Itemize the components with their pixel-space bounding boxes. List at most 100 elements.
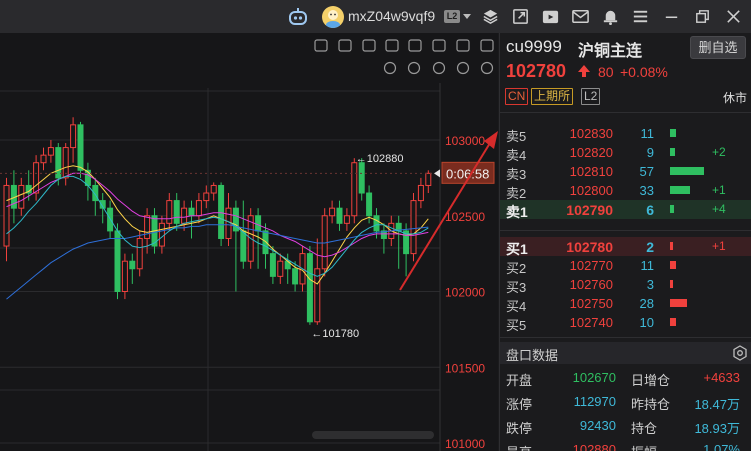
candle-body <box>40 154 47 164</box>
candle-body <box>262 230 269 255</box>
kline-chart[interactable]: 103000 102500 102000 101500 101000 ←102880 ←10… <box>0 33 498 451</box>
buy-volume-bar <box>670 299 687 307</box>
settings-icon[interactable] <box>480 61 494 75</box>
scrollbar[interactable] <box>312 431 434 439</box>
divider <box>500 112 751 113</box>
buy-row[interactable]: 买3 102760 3 <box>500 275 751 295</box>
candle-body <box>195 200 202 217</box>
sell-row[interactable]: 卖1 102790 6 +4 <box>500 200 751 220</box>
minimize-icon[interactable] <box>662 7 681 26</box>
candlestick-chart[interactable]: 103000 102500 102000 101500 101000 ←102880 ←10… <box>0 33 498 451</box>
screen-icon[interactable] <box>432 39 446 52</box>
menu-icon[interactable] <box>631 7 650 26</box>
sell-price: 102820 <box>569 145 613 160</box>
candle-body <box>343 215 350 224</box>
price-change-percent: +0.08% <box>620 64 668 80</box>
stat-label: 最高 <box>506 442 532 451</box>
sell-row[interactable]: 卖2 102800 33 +1 <box>500 181 751 201</box>
undo-icon[interactable] <box>383 61 397 75</box>
sell-row[interactable]: 卖5 102830 11 <box>500 124 751 144</box>
mail-icon[interactable] <box>571 7 590 26</box>
ma-line-3 <box>6 224 429 300</box>
candle-body <box>3 184 10 247</box>
alert-icon[interactable] <box>338 39 352 52</box>
buy-volume: 28 <box>639 296 654 311</box>
stat-label: 开盘 <box>506 373 533 388</box>
ma-line-2 <box>6 172 429 258</box>
stat-label: 日增仓 <box>631 373 671 388</box>
candle-body <box>144 215 151 239</box>
buy-price: 102750 <box>569 296 613 311</box>
candle-body <box>114 230 121 292</box>
buy-row[interactable]: 买2 102770 11 <box>500 256 751 276</box>
market-data-title: 盘口数据 <box>506 348 559 363</box>
sell-level-label: 卖1 <box>506 204 528 220</box>
market-data-header: 盘口数据 <box>500 342 751 364</box>
candle-body <box>425 172 432 186</box>
username[interactable]: mxZ04w9vqf9 <box>348 8 435 24</box>
buy-volume-bar <box>670 261 676 269</box>
sell-row[interactable]: 卖3 102810 57 <box>500 162 751 182</box>
stat-value: 1.07% <box>703 442 740 451</box>
symbol-code: cu9999 <box>506 37 562 56</box>
divider <box>500 230 751 231</box>
window-icon[interactable] <box>456 61 470 75</box>
restore-icon[interactable] <box>693 7 712 26</box>
bot-icon[interactable] <box>287 6 309 28</box>
candle-body <box>358 162 365 194</box>
last-price: 102780 <box>506 61 567 81</box>
sell-row[interactable]: 卖4 102820 9 +2 <box>500 143 751 163</box>
stat-label: 跌停 <box>506 421 533 436</box>
sell-volume: 57 <box>639 164 654 179</box>
gear-icon[interactable] <box>732 345 748 361</box>
sell-volume: 9 <box>646 145 654 160</box>
fullscreen-icon[interactable] <box>456 39 470 52</box>
camera-icon[interactable] <box>385 39 399 52</box>
sell-price: 102810 <box>569 164 613 179</box>
avatar-icon[interactable] <box>322 6 344 28</box>
grid-icon[interactable] <box>408 39 422 52</box>
video-icon[interactable] <box>541 7 560 26</box>
candle-body <box>121 260 128 292</box>
country-tag: CN <box>505 88 529 105</box>
exchange-tag: 上期所 <box>531 88 574 105</box>
buy-price: 102760 <box>569 277 613 292</box>
external-link-icon[interactable] <box>511 7 530 26</box>
layers-icon[interactable] <box>481 7 500 26</box>
buy-row[interactable]: 买1 102780 2 +1 <box>500 237 751 257</box>
bell-icon[interactable] <box>601 7 620 26</box>
candle-body <box>210 184 217 194</box>
candle-body <box>277 260 284 277</box>
buy-volume-bar <box>670 242 673 250</box>
cloud-icon[interactable] <box>362 39 376 52</box>
sell-delta: +4 <box>712 202 726 216</box>
candle-body <box>269 253 276 277</box>
candle-body <box>306 253 313 323</box>
candle-body <box>240 230 247 262</box>
candle-body <box>188 207 195 217</box>
buy-price: 102740 <box>569 315 613 330</box>
zoom-in-icon[interactable] <box>407 61 421 75</box>
buy-row[interactable]: 买4 102750 28 <box>500 294 751 314</box>
buy-volume: 2 <box>646 239 654 255</box>
close-icon[interactable] <box>724 7 743 26</box>
arrow-annotation-head <box>484 131 498 149</box>
candle-body <box>181 207 188 224</box>
zoom-out-icon[interactable] <box>432 61 446 75</box>
sell-volume-bar <box>670 167 704 175</box>
sell-delta: +1 <box>712 183 726 197</box>
candle-body <box>329 207 336 217</box>
remove-watchlist-button[interactable]: 删自选 <box>690 36 746 59</box>
level-badge: L2 <box>444 10 460 23</box>
chevron-down-icon[interactable] <box>463 14 471 19</box>
candle-body <box>77 124 84 171</box>
stat-row: 涨停 112970 昨持仓 18.47万 <box>500 390 751 414</box>
collapse-icon[interactable] <box>480 39 494 52</box>
y-tick-label: 103000 <box>445 134 485 148</box>
candle-body <box>136 237 143 270</box>
pencil-icon[interactable] <box>314 39 328 52</box>
candle-body <box>417 184 424 202</box>
candle-body <box>351 162 358 217</box>
candle-body <box>366 192 373 217</box>
buy-row[interactable]: 买5 102740 10 <box>500 313 751 333</box>
